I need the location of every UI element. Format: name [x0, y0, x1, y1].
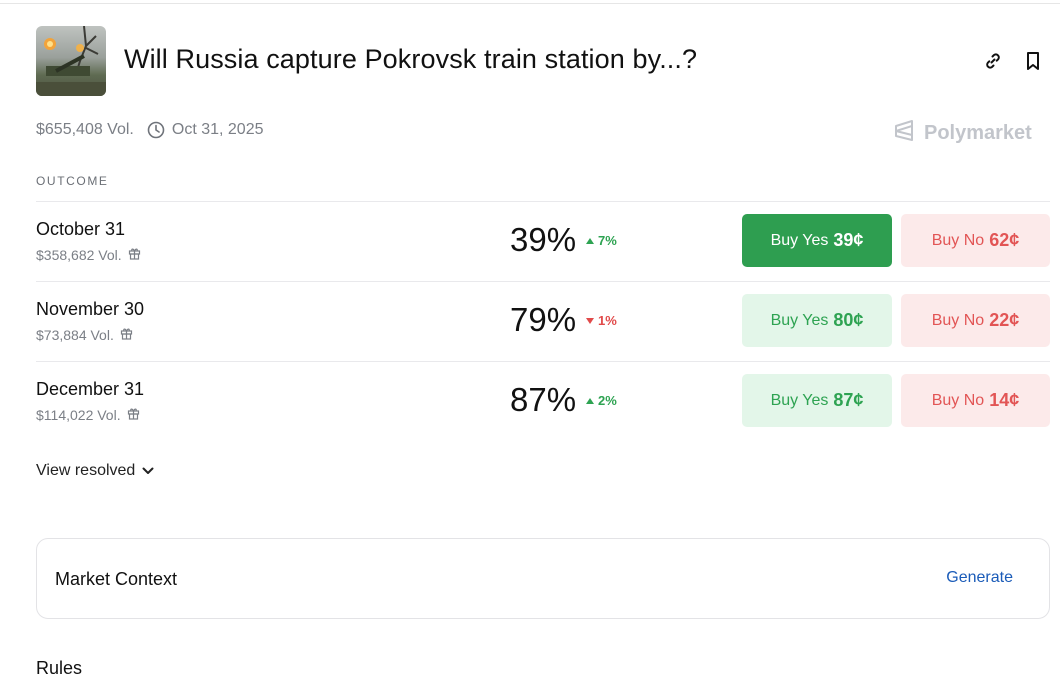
- gift-icon: [128, 247, 141, 263]
- buy-yes-price: 87¢: [833, 390, 864, 410]
- outcome-probability: 39%: [510, 221, 577, 258]
- view-resolved-toggle[interactable]: View resolved: [36, 462, 154, 480]
- clock-icon: [147, 121, 165, 139]
- market-thumbnail: [36, 26, 106, 96]
- probability-change-value: 7%: [598, 233, 617, 248]
- outcome-volume-text: $358,682 Vol.: [36, 247, 122, 263]
- market-meta: $655,408 Vol. Oct 31, 2025: [36, 121, 264, 139]
- market-context-label: Market Context: [55, 569, 178, 589]
- outcome-row[interactable]: October 31 $358,682 Vol. 39% 7% Buy Yes 3…: [36, 201, 1050, 281]
- outcome-volume-text: $114,022 Vol.: [36, 407, 121, 423]
- buy-yes-label: Buy Yes: [770, 231, 829, 249]
- outcome-name: December 31: [36, 379, 145, 399]
- bookmark-icon[interactable]: [1022, 50, 1044, 72]
- polymarket-logo-icon: [892, 118, 916, 148]
- buy-no-button[interactable]: Buy No 14¢: [901, 374, 1050, 427]
- caret-down-icon: [585, 313, 595, 328]
- outcome-name: November 30: [36, 299, 145, 319]
- probability-change: 7%: [585, 233, 617, 248]
- outcome-row[interactable]: December 31 $114,022 Vol. 87% 2% Buy Yes…: [36, 361, 1050, 441]
- buy-no-price: 22¢: [989, 310, 1020, 330]
- buy-no-button[interactable]: Buy No 22¢: [901, 294, 1050, 347]
- buy-no-price: 62¢: [989, 230, 1020, 250]
- link-icon[interactable]: [982, 50, 1004, 72]
- top-divider: [0, 3, 1060, 4]
- polymarket-brand: Polymarket: [892, 118, 1032, 148]
- page-title: Will Russia capture Pokrovsk train stati…: [124, 44, 698, 74]
- buy-no-label: Buy No: [931, 391, 985, 409]
- probability-change-value: 1%: [598, 313, 617, 328]
- outcome-row[interactable]: November 30 $73,884 Vol. 79% 1% Buy Yes 8…: [36, 281, 1050, 361]
- buy-no-price: 14¢: [989, 390, 1020, 410]
- buy-yes-button[interactable]: Buy Yes 80¢: [742, 294, 892, 347]
- buy-yes-label: Buy Yes: [770, 391, 829, 409]
- brand-name: Polymarket: [924, 121, 1032, 144]
- buy-yes-button[interactable]: Buy Yes 87¢: [742, 374, 892, 427]
- outcome-probability: 79%: [510, 301, 577, 338]
- outcome-volume: $358,682 Vol.: [36, 247, 141, 263]
- column-header-outcome: OUTCOME: [36, 174, 109, 188]
- probability-change: 2%: [585, 393, 617, 408]
- outcome-probability: 87%: [510, 381, 577, 418]
- buy-yes-price: 39¢: [833, 230, 864, 250]
- buy-no-label: Buy No: [931, 311, 985, 329]
- buy-yes-button[interactable]: Buy Yes 39¢: [742, 214, 892, 267]
- buy-yes-price: 80¢: [833, 310, 864, 330]
- outcome-volume: $73,884 Vol.: [36, 327, 133, 343]
- chevron-down-icon: [142, 462, 154, 480]
- gift-icon: [120, 327, 133, 343]
- end-date: Oct 31, 2025: [171, 121, 264, 138]
- buy-yes-label: Buy Yes: [770, 311, 829, 329]
- buy-no-button[interactable]: Buy No 62¢: [901, 214, 1050, 267]
- gift-icon: [127, 407, 140, 423]
- outcome-name: October 31: [36, 219, 126, 239]
- outcome-volume: $114,022 Vol.: [36, 407, 140, 423]
- caret-up-icon: [585, 393, 595, 408]
- view-resolved-label: View resolved: [36, 462, 136, 479]
- outcome-volume-text: $73,884 Vol.: [36, 327, 114, 343]
- generate-button[interactable]: Generate: [946, 569, 1013, 587]
- market-context-card: Market Context Generate: [36, 538, 1050, 619]
- market-volume: $655,408 Vol.: [36, 121, 134, 138]
- buy-no-label: Buy No: [931, 231, 985, 249]
- probability-change: 1%: [585, 313, 617, 328]
- rules-heading: Rules: [36, 658, 83, 678]
- probability-change-value: 2%: [598, 393, 617, 408]
- caret-up-icon: [585, 233, 595, 248]
